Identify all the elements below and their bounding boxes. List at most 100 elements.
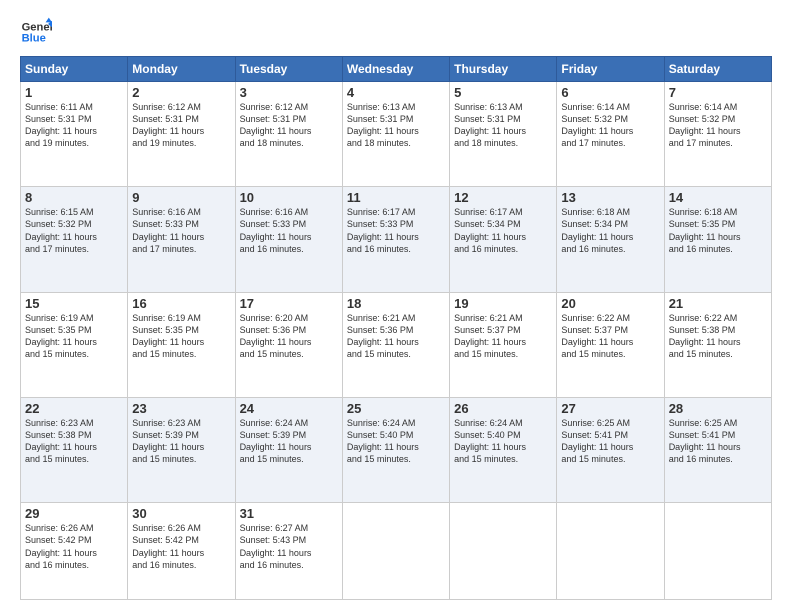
calendar-cell: 21 Sunrise: 6:22 AM Sunset: 5:38 PM Dayl… [664, 292, 771, 397]
day-number: 10 [240, 190, 338, 205]
svg-text:General: General [22, 21, 52, 33]
cell-text: Sunrise: 6:14 AM Sunset: 5:32 PM Dayligh… [669, 101, 767, 150]
day-number: 15 [25, 296, 123, 311]
cell-text: Sunrise: 6:19 AM Sunset: 5:35 PM Dayligh… [25, 312, 123, 361]
calendar-cell: 14 Sunrise: 6:18 AM Sunset: 5:35 PM Dayl… [664, 187, 771, 292]
cell-text: Sunrise: 6:17 AM Sunset: 5:34 PM Dayligh… [454, 206, 552, 255]
day-number: 29 [25, 506, 123, 521]
day-number: 21 [669, 296, 767, 311]
day-number: 27 [561, 401, 659, 416]
calendar-cell: 11 Sunrise: 6:17 AM Sunset: 5:33 PM Dayl… [342, 187, 449, 292]
calendar-cell: 6 Sunrise: 6:14 AM Sunset: 5:32 PM Dayli… [557, 82, 664, 187]
cell-text: Sunrise: 6:13 AM Sunset: 5:31 PM Dayligh… [454, 101, 552, 150]
day-number: 23 [132, 401, 230, 416]
day-header-tuesday: Tuesday [235, 57, 342, 82]
day-number: 2 [132, 85, 230, 100]
day-number: 25 [347, 401, 445, 416]
cell-text: Sunrise: 6:14 AM Sunset: 5:32 PM Dayligh… [561, 101, 659, 150]
cell-text: Sunrise: 6:12 AM Sunset: 5:31 PM Dayligh… [240, 101, 338, 150]
day-header-thursday: Thursday [450, 57, 557, 82]
logo: General Blue [20, 16, 56, 48]
cell-text: Sunrise: 6:17 AM Sunset: 5:33 PM Dayligh… [347, 206, 445, 255]
day-number: 11 [347, 190, 445, 205]
day-number: 26 [454, 401, 552, 416]
svg-text:Blue: Blue [22, 33, 46, 45]
cell-text: Sunrise: 6:24 AM Sunset: 5:39 PM Dayligh… [240, 417, 338, 466]
cell-text: Sunrise: 6:12 AM Sunset: 5:31 PM Dayligh… [132, 101, 230, 150]
calendar-cell: 17 Sunrise: 6:20 AM Sunset: 5:36 PM Dayl… [235, 292, 342, 397]
cell-text: Sunrise: 6:25 AM Sunset: 5:41 PM Dayligh… [669, 417, 767, 466]
day-number: 1 [25, 85, 123, 100]
cell-text: Sunrise: 6:15 AM Sunset: 5:32 PM Dayligh… [25, 206, 123, 255]
calendar-cell: 1 Sunrise: 6:11 AM Sunset: 5:31 PM Dayli… [21, 82, 128, 187]
calendar-cell: 30 Sunrise: 6:26 AM Sunset: 5:42 PM Dayl… [128, 503, 235, 600]
calendar-cell: 24 Sunrise: 6:24 AM Sunset: 5:39 PM Dayl… [235, 397, 342, 502]
calendar-cell: 13 Sunrise: 6:18 AM Sunset: 5:34 PM Dayl… [557, 187, 664, 292]
calendar-cell: 27 Sunrise: 6:25 AM Sunset: 5:41 PM Dayl… [557, 397, 664, 502]
day-number: 24 [240, 401, 338, 416]
calendar-cell: 23 Sunrise: 6:23 AM Sunset: 5:39 PM Dayl… [128, 397, 235, 502]
calendar-cell: 28 Sunrise: 6:25 AM Sunset: 5:41 PM Dayl… [664, 397, 771, 502]
cell-text: Sunrise: 6:24 AM Sunset: 5:40 PM Dayligh… [347, 417, 445, 466]
cell-text: Sunrise: 6:13 AM Sunset: 5:31 PM Dayligh… [347, 101, 445, 150]
calendar-cell: 3 Sunrise: 6:12 AM Sunset: 5:31 PM Dayli… [235, 82, 342, 187]
calendar-cell [664, 503, 771, 600]
calendar-cell: 8 Sunrise: 6:15 AM Sunset: 5:32 PM Dayli… [21, 187, 128, 292]
day-number: 6 [561, 85, 659, 100]
cell-text: Sunrise: 6:18 AM Sunset: 5:34 PM Dayligh… [561, 206, 659, 255]
cell-text: Sunrise: 6:23 AM Sunset: 5:38 PM Dayligh… [25, 417, 123, 466]
calendar-cell: 31 Sunrise: 6:27 AM Sunset: 5:43 PM Dayl… [235, 503, 342, 600]
calendar-cell: 29 Sunrise: 6:26 AM Sunset: 5:42 PM Dayl… [21, 503, 128, 600]
calendar-cell: 4 Sunrise: 6:13 AM Sunset: 5:31 PM Dayli… [342, 82, 449, 187]
cell-text: Sunrise: 6:16 AM Sunset: 5:33 PM Dayligh… [240, 206, 338, 255]
day-number: 4 [347, 85, 445, 100]
day-number: 19 [454, 296, 552, 311]
cell-text: Sunrise: 6:20 AM Sunset: 5:36 PM Dayligh… [240, 312, 338, 361]
day-number: 18 [347, 296, 445, 311]
day-header-monday: Monday [128, 57, 235, 82]
day-header-friday: Friday [557, 57, 664, 82]
day-number: 5 [454, 85, 552, 100]
day-number: 3 [240, 85, 338, 100]
cell-text: Sunrise: 6:27 AM Sunset: 5:43 PM Dayligh… [240, 522, 338, 571]
cell-text: Sunrise: 6:19 AM Sunset: 5:35 PM Dayligh… [132, 312, 230, 361]
calendar-cell: 26 Sunrise: 6:24 AM Sunset: 5:40 PM Dayl… [450, 397, 557, 502]
cell-text: Sunrise: 6:21 AM Sunset: 5:36 PM Dayligh… [347, 312, 445, 361]
cell-text: Sunrise: 6:26 AM Sunset: 5:42 PM Dayligh… [25, 522, 123, 571]
cell-text: Sunrise: 6:22 AM Sunset: 5:38 PM Dayligh… [669, 312, 767, 361]
day-number: 14 [669, 190, 767, 205]
day-number: 22 [25, 401, 123, 416]
calendar-cell [342, 503, 449, 600]
day-number: 12 [454, 190, 552, 205]
calendar-cell: 7 Sunrise: 6:14 AM Sunset: 5:32 PM Dayli… [664, 82, 771, 187]
calendar-cell: 2 Sunrise: 6:12 AM Sunset: 5:31 PM Dayli… [128, 82, 235, 187]
day-header-wednesday: Wednesday [342, 57, 449, 82]
day-number: 28 [669, 401, 767, 416]
calendar-cell: 15 Sunrise: 6:19 AM Sunset: 5:35 PM Dayl… [21, 292, 128, 397]
calendar-cell: 12 Sunrise: 6:17 AM Sunset: 5:34 PM Dayl… [450, 187, 557, 292]
calendar-cell: 25 Sunrise: 6:24 AM Sunset: 5:40 PM Dayl… [342, 397, 449, 502]
logo-icon: General Blue [20, 16, 52, 48]
day-number: 31 [240, 506, 338, 521]
calendar-cell: 22 Sunrise: 6:23 AM Sunset: 5:38 PM Dayl… [21, 397, 128, 502]
day-number: 30 [132, 506, 230, 521]
calendar-cell: 10 Sunrise: 6:16 AM Sunset: 5:33 PM Dayl… [235, 187, 342, 292]
calendar-cell [450, 503, 557, 600]
calendar-cell [557, 503, 664, 600]
cell-text: Sunrise: 6:18 AM Sunset: 5:35 PM Dayligh… [669, 206, 767, 255]
calendar: SundayMondayTuesdayWednesdayThursdayFrid… [20, 56, 772, 600]
cell-text: Sunrise: 6:16 AM Sunset: 5:33 PM Dayligh… [132, 206, 230, 255]
day-number: 9 [132, 190, 230, 205]
calendar-cell: 5 Sunrise: 6:13 AM Sunset: 5:31 PM Dayli… [450, 82, 557, 187]
day-number: 7 [669, 85, 767, 100]
day-header-saturday: Saturday [664, 57, 771, 82]
calendar-cell: 20 Sunrise: 6:22 AM Sunset: 5:37 PM Dayl… [557, 292, 664, 397]
calendar-cell: 16 Sunrise: 6:19 AM Sunset: 5:35 PM Dayl… [128, 292, 235, 397]
page: General Blue SundayMondayTuesdayWednesda… [0, 0, 792, 612]
calendar-cell: 19 Sunrise: 6:21 AM Sunset: 5:37 PM Dayl… [450, 292, 557, 397]
day-number: 8 [25, 190, 123, 205]
day-number: 16 [132, 296, 230, 311]
cell-text: Sunrise: 6:24 AM Sunset: 5:40 PM Dayligh… [454, 417, 552, 466]
cell-text: Sunrise: 6:25 AM Sunset: 5:41 PM Dayligh… [561, 417, 659, 466]
day-header-sunday: Sunday [21, 57, 128, 82]
